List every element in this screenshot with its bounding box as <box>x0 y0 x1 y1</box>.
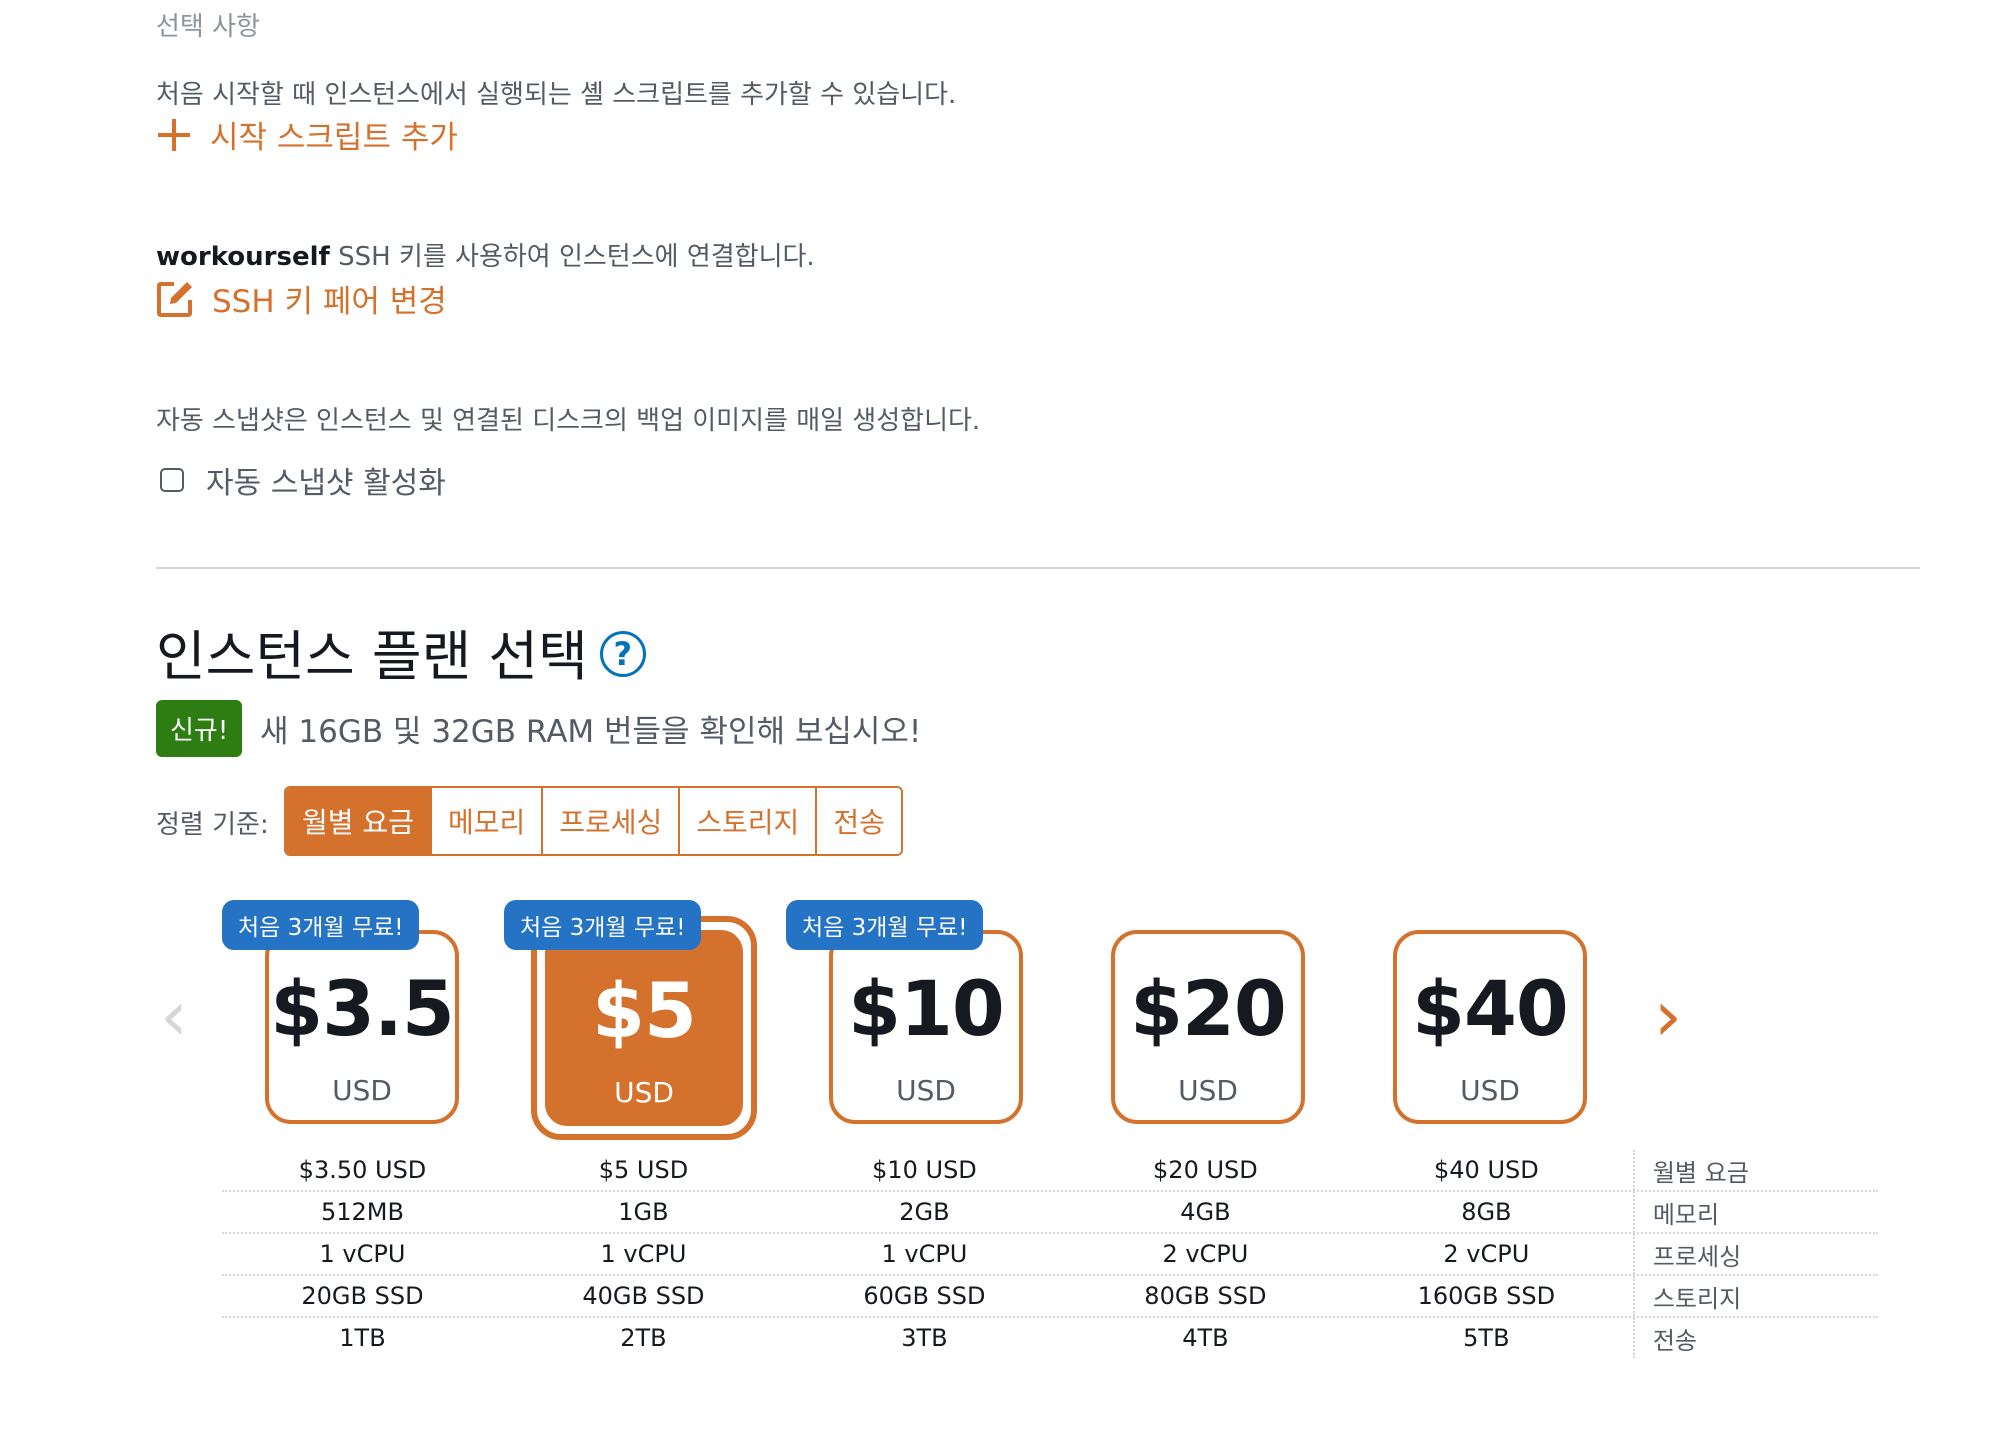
table-row: 512MB 1GB 2GB 4GB 8GB 메모리 <box>222 1192 1878 1234</box>
plan-currency: USD <box>614 1076 674 1109</box>
plan-price: $10 <box>848 964 1005 1053</box>
promo-badge: 처음 3개월 무료! <box>786 900 984 950</box>
spec-cell: $40 USD <box>1434 1156 1539 1184</box>
sort-tab-transfer[interactable]: 전송 <box>817 788 901 854</box>
plan-section-heading: 인스턴스 플랜 선택 ? <box>156 612 646 691</box>
plan-currency: USD <box>896 1074 956 1107</box>
spec-cell: 4TB <box>1182 1324 1229 1352</box>
spec-cell: 3TB <box>901 1324 948 1352</box>
spec-cell: 5TB <box>1463 1324 1510 1352</box>
spec-cell: 512MB <box>320 1198 404 1226</box>
help-icon[interactable]: ? <box>599 630 646 677</box>
plan-card[interactable]: $3.5 USD <box>265 930 459 1124</box>
spec-cell: 1GB <box>618 1198 669 1226</box>
spec-cell: 4GB <box>1180 1198 1231 1226</box>
spec-cell: $3.50 USD <box>298 1156 427 1184</box>
spec-cell: $5 USD <box>598 1156 689 1184</box>
add-launch-script-label: 시작 스크립트 추가 <box>210 120 458 156</box>
plan-currency: USD <box>1460 1074 1520 1107</box>
plan-card[interactable]: $10 USD <box>829 930 1023 1124</box>
page-title: 인스턴스 플랜 선택 <box>156 625 588 688</box>
plan-card[interactable]: $20 USD <box>1111 930 1305 1124</box>
launch-script-description: 처음 시작할 때 인스턴스에서 실행되는 셸 스크립트를 추가할 수 있습니다. <box>156 80 957 110</box>
spec-cell: 1 vCPU <box>600 1240 687 1268</box>
spec-cell: 20GB SSD <box>301 1282 424 1310</box>
change-ssh-key-label: SSH 키 페어 변경 <box>212 284 447 320</box>
spec-cell: 2 vCPU <box>1443 1240 1530 1268</box>
ssh-key-name: workourself <box>156 242 330 272</box>
auto-snapshot-checkbox[interactable] <box>160 468 184 492</box>
sort-tab-processing[interactable]: 프로세싱 <box>543 788 681 854</box>
plan-price: $3.5 <box>270 964 455 1053</box>
promo-badge: 처음 3개월 무료! <box>222 900 420 950</box>
spec-cell: 60GB SSD <box>863 1282 986 1310</box>
sort-tabs: 월별 요금 메모리 프로세싱 스토리지 전송 <box>284 786 903 856</box>
plan-price: $5 <box>592 966 697 1055</box>
plan-currency: USD <box>332 1074 392 1107</box>
spec-cell: 40GB SSD <box>582 1282 705 1310</box>
section-divider <box>156 567 1920 569</box>
new-badge: 신규! <box>156 700 243 757</box>
edit-icon <box>157 281 192 317</box>
plan-currency: USD <box>1178 1074 1238 1107</box>
spec-cell: 1 vCPU <box>881 1240 968 1268</box>
plan-price: $20 <box>1130 964 1287 1053</box>
spec-cell: 8GB <box>1461 1198 1512 1226</box>
ssh-key-description: workourself SSH 키를 사용하여 인스턴스에 연결합니다. <box>156 236 815 273</box>
spec-row-label: 월별 요금 <box>1632 1150 1878 1190</box>
spec-cell: 2TB <box>620 1324 667 1352</box>
spec-cell: $10 USD <box>872 1156 977 1184</box>
ssh-key-description-text: SSH 키를 사용하여 인스턴스에 연결합니다. <box>329 242 815 272</box>
spec-row-label: 프로세싱 <box>1632 1234 1878 1274</box>
snapshot-description: 자동 스냅샷은 인스턴스 및 연결된 디스크의 백업 이미지를 매일 생성합니다… <box>156 406 981 436</box>
spec-cell: 1 vCPU <box>319 1240 406 1268</box>
sort-tab-storage[interactable]: 스토리지 <box>680 788 818 854</box>
chevron-left-icon[interactable]: ‹ <box>160 975 188 1057</box>
new-bundles-text: 새 16GB 및 32GB RAM 번들을 확인해 보십시오! <box>260 714 922 750</box>
spec-cell: 80GB SSD <box>1144 1282 1267 1310</box>
spec-cell: 2GB <box>899 1198 950 1226</box>
table-row: 20GB SSD 40GB SSD 60GB SSD 80GB SSD 160G… <box>222 1276 1878 1318</box>
spec-cell: 2 vCPU <box>1162 1240 1249 1268</box>
promo-badge: 처음 3개월 무료! <box>504 900 702 950</box>
spec-cell: 160GB SSD <box>1417 1282 1556 1310</box>
table-row: 1 vCPU 1 vCPU 1 vCPU 2 vCPU 2 vCPU 프로세싱 <box>222 1234 1878 1276</box>
add-launch-script-link[interactable]: 시작 스크립트 추가 <box>156 112 458 157</box>
plan-spec-table: $3.50 USD $5 USD $10 USD $20 USD $40 USD… <box>222 1150 1878 1358</box>
plus-icon <box>158 118 190 151</box>
auto-snapshot-toggle[interactable]: 자동 스냅샷 활성화 <box>160 458 446 502</box>
spec-row-label: 메모리 <box>1632 1192 1878 1232</box>
change-ssh-key-link[interactable]: SSH 키 페어 변경 <box>156 276 447 321</box>
table-row: 1TB 2TB 3TB 4TB 5TB 전송 <box>222 1318 1878 1358</box>
sort-tab-monthly-price[interactable]: 월별 요금 <box>286 788 432 854</box>
table-row: $3.50 USD $5 USD $10 USD $20 USD $40 USD… <box>222 1150 1878 1192</box>
auto-snapshot-label: 자동 스냅샷 활성화 <box>206 466 446 501</box>
plan-card[interactable]: $40 USD <box>1393 930 1587 1124</box>
spec-cell: 1TB <box>339 1324 386 1352</box>
sort-label: 정렬 기준: <box>156 810 269 840</box>
spec-cell: $20 USD <box>1153 1156 1258 1184</box>
spec-row-label: 전송 <box>1632 1318 1878 1358</box>
chevron-right-icon[interactable]: › <box>1654 975 1682 1057</box>
spec-row-label: 스토리지 <box>1632 1276 1878 1316</box>
plan-price: $40 <box>1412 964 1569 1053</box>
optional-section-label: 선택 사항 <box>156 12 260 42</box>
sort-tab-memory[interactable]: 메모리 <box>431 788 544 854</box>
